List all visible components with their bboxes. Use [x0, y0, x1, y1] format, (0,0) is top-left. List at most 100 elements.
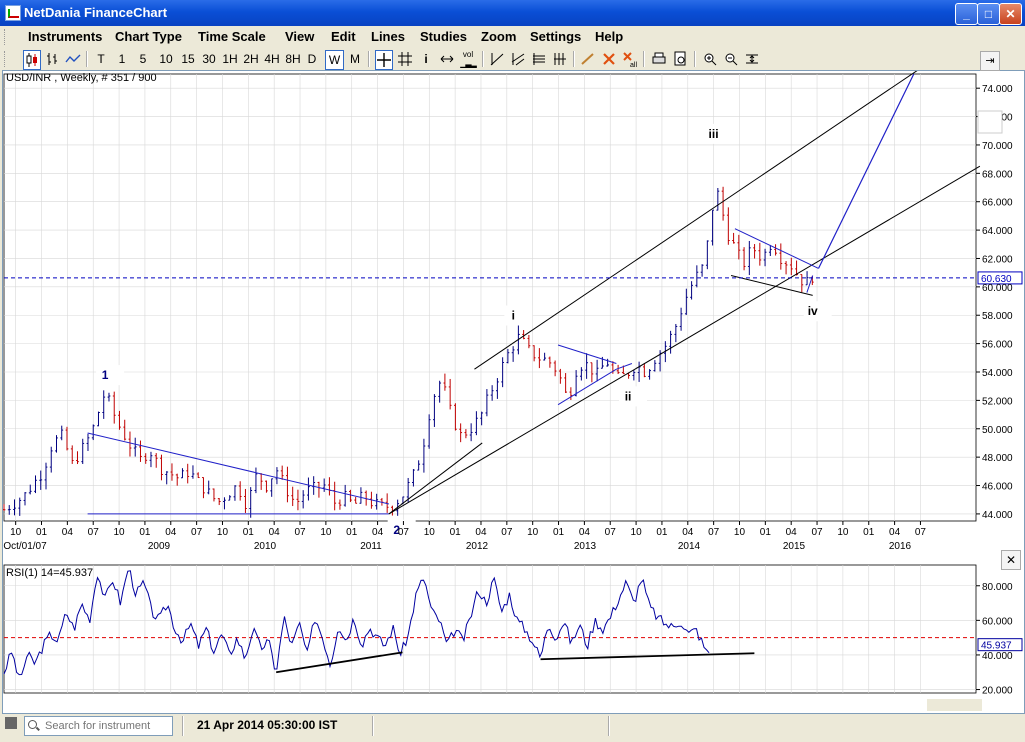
- year-tick-label: 2010: [254, 541, 277, 552]
- timescale-5min-button[interactable]: 5: [136, 50, 150, 68]
- menu-chart-type[interactable]: Chart Type: [115, 29, 182, 44]
- menu-help[interactable]: Help: [595, 29, 623, 44]
- menu-studies[interactable]: Studies: [420, 29, 467, 44]
- timescale-tick-button[interactable]: T: [94, 50, 108, 68]
- bar-chart-icon[interactable]: [44, 50, 60, 68]
- menu-edit[interactable]: Edit: [331, 29, 356, 44]
- channel-icon[interactable]: [510, 50, 526, 68]
- price-tick-label: 66.000: [982, 198, 1013, 209]
- month-tick-label: 07: [708, 527, 720, 538]
- zoom-out-icon[interactable]: [723, 50, 739, 68]
- chart-panel[interactable]: USD/INR , Weekly, # 351 / 900 60.630 1 2 i i…: [2, 23, 1025, 714]
- month-tick-label: 10: [217, 527, 229, 538]
- grid-icon[interactable]: [397, 50, 413, 68]
- timescale-30min-button[interactable]: 30: [199, 50, 219, 68]
- toolbar-grip: [4, 51, 8, 67]
- info-icon[interactable]: i: [418, 50, 434, 68]
- zoom-fit-icon[interactable]: [744, 50, 760, 68]
- price-tick-label: 60.000: [982, 283, 1013, 294]
- year-tick-label: 2013: [574, 541, 597, 552]
- wave-1-label: 1: [102, 368, 109, 382]
- line-chart-icon[interactable]: [65, 50, 81, 68]
- toolbar-separator: [694, 51, 696, 67]
- wave-i-label: i: [512, 308, 515, 322]
- timescale-1min-button[interactable]: 1: [115, 50, 129, 68]
- wave-ii-label: ii: [625, 389, 632, 403]
- price-tick-label: 50.000: [982, 425, 1013, 436]
- month-tick-label: 04: [889, 527, 901, 538]
- month-tick-label: 10: [734, 527, 746, 538]
- pan-icon[interactable]: [439, 50, 455, 68]
- wave-iii-label: iii: [709, 127, 719, 141]
- timescale-2h-button[interactable]: 2H: [241, 50, 261, 68]
- parallel-lines-icon[interactable]: [552, 50, 568, 68]
- price-tick-label: 54.000: [982, 368, 1013, 379]
- menu-bar: Instruments Chart Type Time Scale View E…: [0, 26, 1025, 48]
- price-tick-label: 56.000: [982, 340, 1013, 351]
- price-tick-label: 62.000: [982, 254, 1013, 265]
- month-tick-label: 04: [165, 527, 177, 538]
- menu-zoom[interactable]: Zoom: [481, 29, 516, 44]
- month-tick-label: 04: [269, 527, 281, 538]
- timescale-daily-button[interactable]: D: [305, 50, 319, 68]
- timescale-15min-button[interactable]: 15: [178, 50, 198, 68]
- month-tick-label: 07: [811, 527, 823, 538]
- year-tick-label: 2009: [148, 541, 171, 552]
- menu-view[interactable]: View: [285, 29, 314, 44]
- search-input[interactable]: [43, 718, 172, 734]
- close-button[interactable]: ✕: [999, 3, 1022, 25]
- pencil-icon[interactable]: [580, 50, 596, 68]
- price-tick-label: 58.000: [982, 311, 1013, 322]
- print-icon[interactable]: [651, 50, 667, 68]
- timescale-4h-button[interactable]: 4H: [262, 50, 282, 68]
- timescale-1h-button[interactable]: 1H: [220, 50, 240, 68]
- minimize-button[interactable]: _: [955, 3, 978, 25]
- zoom-in-icon[interactable]: [702, 50, 718, 68]
- delete-icon[interactable]: [601, 50, 617, 68]
- price-tick-label: 46.000: [982, 482, 1013, 493]
- close-study-icon[interactable]: ✕: [1001, 550, 1021, 570]
- delete-all-icon[interactable]: all: [622, 50, 638, 69]
- resize-grip-icon[interactable]: [5, 717, 17, 729]
- timescale-10min-button[interactable]: 10: [156, 50, 176, 68]
- crosshair-icon[interactable]: [375, 50, 393, 70]
- rsi-plot-area[interactable]: [3, 564, 977, 694]
- trendline-icon[interactable]: [489, 50, 505, 68]
- print-preview-icon[interactable]: [672, 50, 688, 68]
- price-tick-label: 70.000: [982, 141, 1013, 152]
- volume-icon[interactable]: vol ▁▃▂: [460, 50, 477, 68]
- price-tick-label: 64.000: [982, 226, 1013, 237]
- month-tick-label: 01: [656, 527, 668, 538]
- rsi-tick-label: 60.000: [982, 616, 1013, 627]
- status-separator: [608, 716, 610, 736]
- menu-settings[interactable]: Settings: [530, 29, 581, 44]
- month-tick-label: 07: [501, 527, 513, 538]
- instrument-header: USD/INR , Weekly, # 351 / 900: [6, 72, 157, 84]
- month-tick-label: 01: [760, 527, 772, 538]
- toolbar-separator: [86, 51, 88, 67]
- month-tick-label: 04: [62, 527, 74, 538]
- pin-icon[interactable]: ⇥: [980, 51, 1000, 71]
- toolbar: T 1 5 10 15 30 1H 2H 4H 8H D W M i vol ▁▃…: [0, 48, 1025, 70]
- fib-icon[interactable]: [531, 50, 547, 68]
- rsi-scroll-thumb[interactable]: [927, 699, 982, 711]
- chart-corner-box: [977, 110, 1003, 134]
- menu-lines[interactable]: Lines: [371, 29, 405, 44]
- month-tick-label: 07: [88, 527, 100, 538]
- month-tick-label: 10: [424, 527, 436, 538]
- chart-canvas[interactable]: USD/INR , Weekly, # 351 / 900 60.63012ii…: [2, 23, 1024, 713]
- menu-instruments[interactable]: Instruments: [28, 29, 102, 44]
- candlestick-icon[interactable]: [23, 50, 41, 70]
- month-tick-label: 07: [294, 527, 306, 538]
- month-tick-label: 10: [837, 527, 849, 538]
- price-tick-label: 48.000: [982, 453, 1013, 464]
- timescale-monthly-button[interactable]: M: [347, 50, 363, 68]
- month-tick-label: 10: [10, 527, 22, 538]
- search-icon: [28, 720, 37, 729]
- year-tick-label: 2012: [466, 541, 489, 552]
- maximize-button[interactable]: □: [977, 3, 1000, 25]
- menu-time-scale[interactable]: Time Scale: [198, 29, 266, 44]
- instrument-search[interactable]: [24, 716, 173, 736]
- timescale-8h-button[interactable]: 8H: [283, 50, 303, 68]
- timescale-weekly-button[interactable]: W: [325, 50, 344, 70]
